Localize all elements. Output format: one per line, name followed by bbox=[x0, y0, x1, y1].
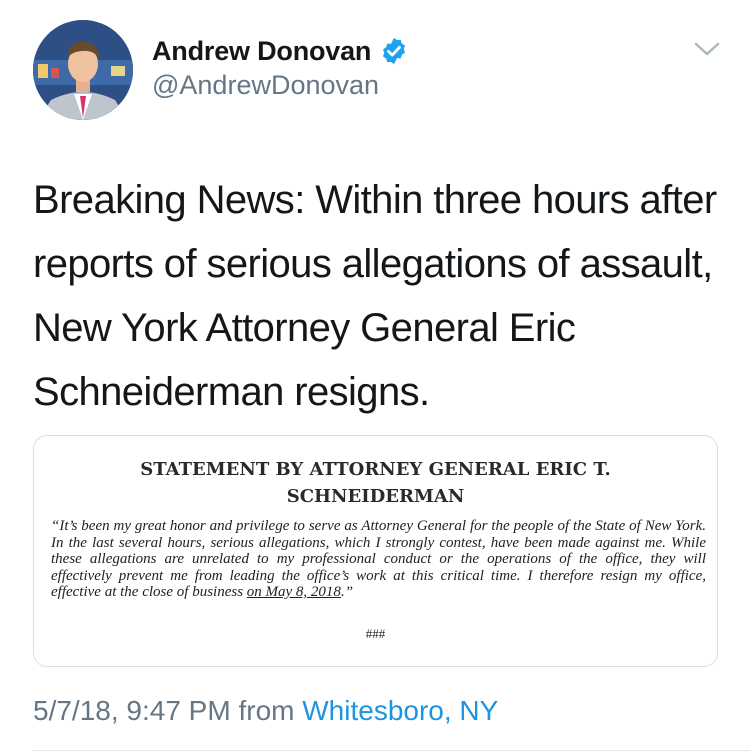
tweet-text: Breaking News: Within three hours after … bbox=[33, 178, 717, 414]
statement-body: “It’s been my great honor and privilege … bbox=[51, 518, 706, 601]
verified-badge-icon bbox=[379, 36, 409, 66]
statement-body-text: “It’s been my great honor and privilege … bbox=[51, 518, 706, 600]
tweet-source-prefix: from bbox=[238, 695, 295, 726]
statement-title: STATEMENT BY ATTORNEY GENERAL ERIC T. SC… bbox=[34, 456, 717, 510]
statement-end-mark: ### bbox=[365, 626, 386, 641]
statement-title-line-1: STATEMENT BY ATTORNEY GENERAL ERIC T. bbox=[140, 459, 611, 480]
tweet-timestamp[interactable]: 5/7/18, 9:47 PM bbox=[33, 695, 231, 726]
statement-image-card[interactable]: STATEMENT BY ATTORNEY GENERAL ERIC T. SC… bbox=[33, 435, 718, 667]
author-handle[interactable]: @AndrewDonovan bbox=[152, 70, 379, 101]
author-display-name[interactable]: Andrew Donovan bbox=[152, 36, 371, 67]
statement-date: on May 8, 2018 bbox=[246, 584, 341, 600]
avatar[interactable] bbox=[33, 20, 133, 120]
avatar-photo bbox=[33, 20, 133, 120]
tweet-location-link[interactable]: Whitesboro, NY bbox=[302, 695, 498, 726]
tweet-meta: 5/7/18, 9:47 PM from Whitesboro, NY bbox=[33, 695, 498, 727]
statement-body-end: .” bbox=[340, 584, 354, 600]
chevron-down-icon[interactable] bbox=[692, 38, 722, 60]
statement-title-line-2: SCHNEIDERMAN bbox=[286, 486, 465, 507]
divider bbox=[33, 750, 750, 751]
